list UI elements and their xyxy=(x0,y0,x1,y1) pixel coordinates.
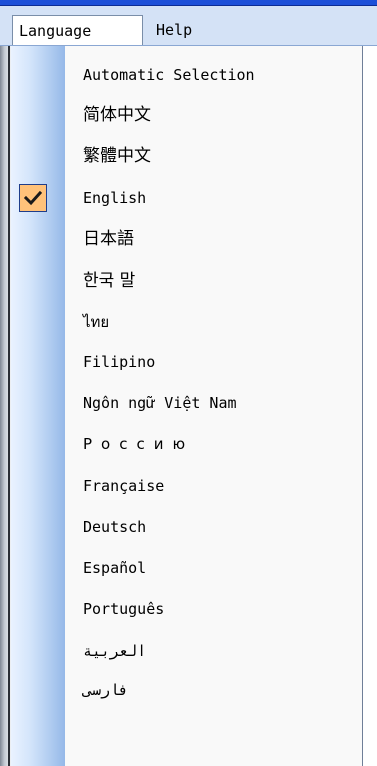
menu-item-label: فارسی xyxy=(83,681,129,699)
menu-item-label: العربية xyxy=(83,642,147,660)
menu-item-simplified-chinese[interactable]: 简体中文 xyxy=(11,95,362,135)
menu-item-label: 한국 말 xyxy=(83,271,136,291)
menu-item-label: Ngôn ngữ Việt Nam xyxy=(83,394,237,412)
menu-item-filipino[interactable]: Filipino xyxy=(11,342,362,382)
window-background xyxy=(363,46,377,766)
menu-item-label: ไทย xyxy=(83,313,110,331)
menu-item-german[interactable]: Deutsch xyxy=(11,507,362,547)
menu-bar: Language Help xyxy=(0,6,377,46)
menu-item-french[interactable]: Française xyxy=(11,466,362,506)
menu-item-traditional-chinese[interactable]: 繁體中文 xyxy=(11,136,362,176)
menu-item-label: 日本語 xyxy=(83,229,134,249)
menu-item-japanese[interactable]: 日本語 xyxy=(11,219,362,259)
window-left-frame xyxy=(0,46,11,766)
menu-item-label: 繁體中文 xyxy=(83,146,151,166)
menu-item-korean[interactable]: 한국 말 xyxy=(11,261,362,301)
menu-item-arabic[interactable]: العربية xyxy=(11,631,362,671)
checked-item-highlight xyxy=(19,184,47,212)
menu-item-label: English xyxy=(83,189,147,207)
menu-item-label: 简体中文 xyxy=(83,105,151,125)
menu-item-label: Filipino xyxy=(83,353,156,371)
menu-help[interactable]: Help xyxy=(150,15,198,45)
menu-item-portuguese[interactable]: Português xyxy=(11,589,362,629)
language-dropdown-menu: Automatic Selection 简体中文 繁體中文 English 日本… xyxy=(11,46,363,766)
menu-item-label: Português xyxy=(83,600,165,618)
menu-item-label: Française xyxy=(83,477,165,495)
menu-item-english[interactable]: English xyxy=(11,178,362,218)
menu-language[interactable]: Language xyxy=(12,15,143,45)
menu-item-spanish[interactable]: Español xyxy=(11,548,362,588)
menu-item-vietnamese[interactable]: Ngôn ngữ Việt Nam xyxy=(11,383,362,423)
menu-item-label: Россию xyxy=(83,435,195,453)
menu-item-label: Automatic Selection xyxy=(83,66,255,84)
menu-item-label: Deutsch xyxy=(83,518,147,536)
menu-item-persian[interactable]: فارسی xyxy=(11,670,362,710)
menu-item-automatic-selection[interactable]: Automatic Selection xyxy=(11,55,362,95)
checkmark-icon xyxy=(24,190,42,206)
menu-item-russian[interactable]: Россию xyxy=(11,424,362,464)
menu-item-thai[interactable]: ไทย xyxy=(11,302,362,342)
frame-divider xyxy=(8,46,10,766)
menu-item-label: Español xyxy=(83,559,147,577)
